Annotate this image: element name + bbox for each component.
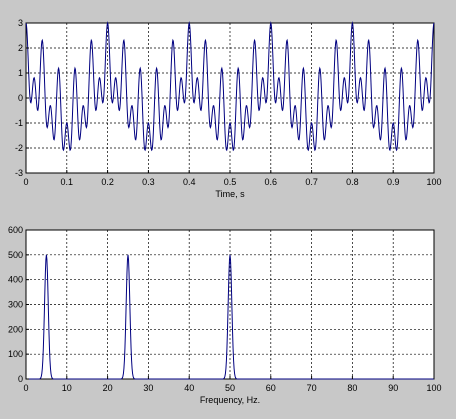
x-tick-label: 0.1 <box>61 177 74 187</box>
x-tick-label: 60 <box>266 383 276 393</box>
x-tick-label: 0.8 <box>346 177 359 187</box>
y-tick-label: -3 <box>15 168 23 178</box>
x-tick-label: 50 <box>225 383 235 393</box>
y-tick-label: 1 <box>18 68 23 78</box>
x-tick-label: 30 <box>143 383 153 393</box>
y-tick-label: 2 <box>18 43 23 53</box>
x-tick-label: 20 <box>103 383 113 393</box>
frequency-domain-plot: 0 10 20 30 40 50 60 70 80 90 100 0 100 200 300 400 500 6… <box>8 225 442 405</box>
x-tick-label: 0.4 <box>183 177 196 187</box>
x-tick-label: 0 <box>23 383 28 393</box>
y-tick-label: 200 <box>8 324 23 334</box>
x-tick-label: 100 <box>426 383 441 393</box>
x-tick-label: 10 <box>62 383 72 393</box>
frequency-x-axis-label: Frequency, Hz. <box>200 395 260 405</box>
x-tick-label: 0.5 <box>224 177 237 187</box>
y-tick-label: 100 <box>8 349 23 359</box>
x-tick-label: 80 <box>347 383 357 393</box>
x-tick-label: 0.7 <box>305 177 318 187</box>
x-tick-label: 70 <box>307 383 317 393</box>
time-domain-plot: 0 0.1 0.2 0.3 0.4 0.5 0.6 0.7 0.8 0.9 100 -3 -2 -1 0 1… <box>15 18 442 199</box>
time-x-axis-label: Time, s <box>215 189 245 199</box>
x-tick-label: 0 <box>23 177 28 187</box>
y-tick-label: 400 <box>8 275 23 285</box>
figure: 0 0.1 0.2 0.3 0.4 0.5 0.6 0.7 0.8 0.9 100 -3-2-101… <box>8 18 442 405</box>
y-tick-label: -1 <box>15 118 23 128</box>
x-tick-label: 0.2 <box>101 177 114 187</box>
x-tick-label: 0.6 <box>265 177 278 187</box>
y-tick-label: 0 <box>18 374 23 384</box>
y-tick-label: 300 <box>8 300 23 310</box>
y-tick-label: 0 <box>18 93 23 103</box>
x-tick-label: 100 <box>426 177 441 187</box>
y-tick-label: 500 <box>8 250 23 260</box>
x-tick-label: 0.9 <box>387 177 400 187</box>
x-tick-label: 0.3 <box>142 177 155 187</box>
y-tick-label: -2 <box>15 143 23 153</box>
x-tick-label: 40 <box>184 383 194 393</box>
y-tick-label: 600 <box>8 225 23 235</box>
y-tick-label: 3 <box>18 18 23 28</box>
x-tick-label: 90 <box>388 383 398 393</box>
